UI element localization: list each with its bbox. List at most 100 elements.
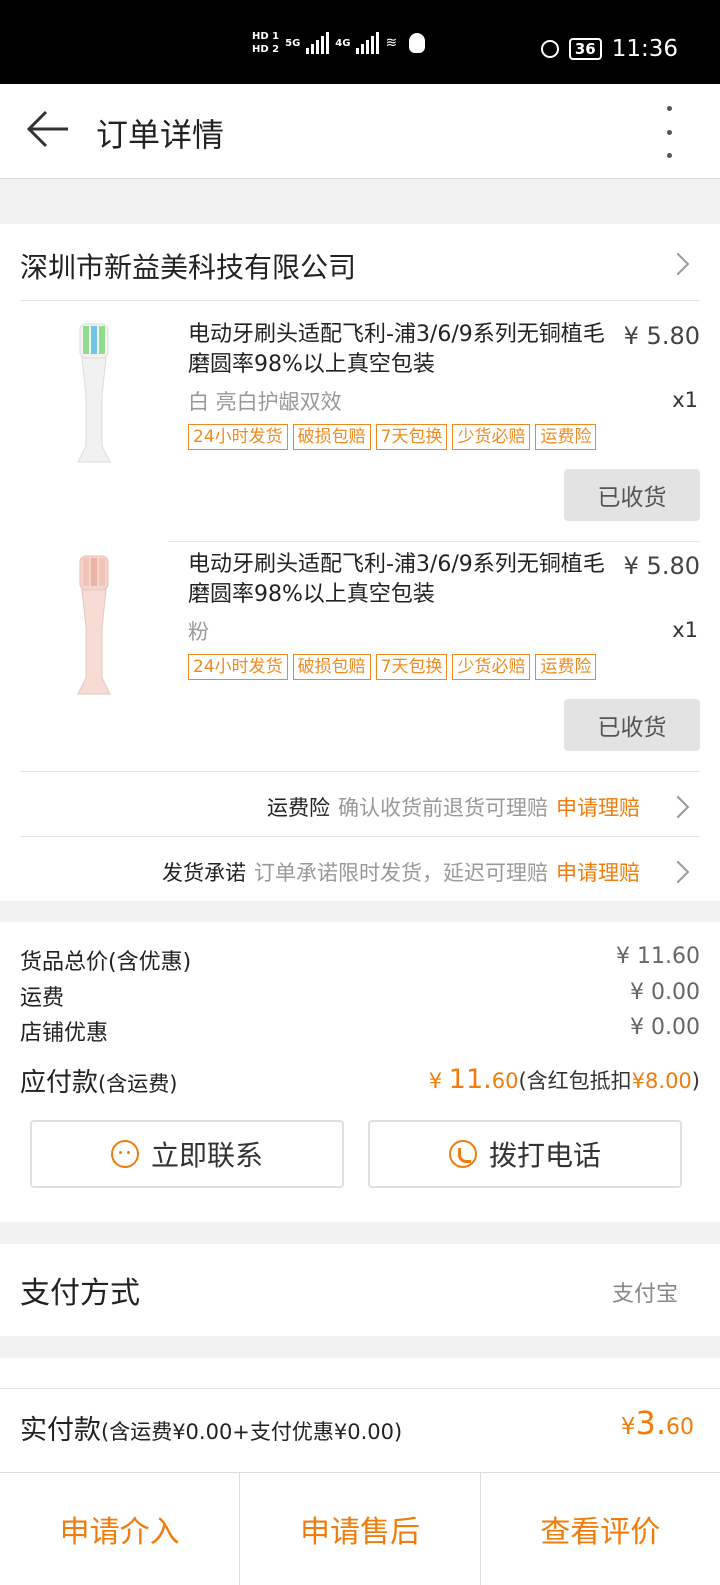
divider <box>20 300 700 301</box>
actual-paid-note: (含运费¥0.00+支付优惠¥0.00) <box>101 1420 403 1444</box>
actual-paid-label: 实付款(含运费¥0.00+支付优惠¥0.00) <box>20 1408 402 1447</box>
apply-after-sale-button[interactable]: 申请售后 <box>240 1473 481 1585</box>
actual-paid-card: 实付款(含运费¥0.00+支付优惠¥0.00) ¥3.60 <box>0 1358 720 1472</box>
tag: 运费险 <box>535 654 597 680</box>
product-price: ¥ 5.80 <box>623 322 700 350</box>
actual-int: 3. <box>635 1404 666 1442</box>
price-row: 货品总价(含优惠) ¥ 11.60 <box>20 944 700 976</box>
price-label: 运费 <box>20 986 65 1011</box>
payable-note-post: ) <box>691 1069 700 1093</box>
order-card: 深圳市新益美科技有限公司 电动牙刷头适配飞利-浦3/6/9系列无铜植毛磨圆率98… <box>0 224 720 901</box>
actual-paid-title: 实付款 <box>20 1415 101 1446</box>
claim-link[interactable]: 申请理赔 <box>556 792 640 822</box>
service-tags: 24小时发货 破损包赔 7天包换 少货必赔 运费险 <box>188 424 597 450</box>
hd-indicator: HD 1 HD 2 <box>252 30 279 56</box>
clock-time: 11:36 <box>611 36 678 62</box>
product-name: 电动牙刷头适配飞利-浦3/6/9系列无铜植毛磨圆率98%以上真空包装 <box>188 322 605 377</box>
call-label: 拨打电话 <box>488 1139 601 1172</box>
apply-intervention-button[interactable]: 申请介入 <box>0 1473 241 1585</box>
product-image <box>77 555 111 695</box>
divider <box>168 541 700 542</box>
service-tags: 24小时发货 破损包赔 7天包换 少货必赔 运费险 <box>188 654 597 680</box>
payable-label: 应付款(含运费) <box>20 1062 177 1099</box>
payable-dec: 60 <box>491 1069 519 1093</box>
received-button[interactable]: 已收货 <box>564 699 700 751</box>
more-menu-icon[interactable] <box>662 106 676 158</box>
tag: 运费险 <box>535 424 597 450</box>
delivery-promise-row[interactable]: 发货承诺 订单承诺限时发货，延迟可理赔 申请理赔 <box>162 857 640 887</box>
claim-link[interactable]: 申请理赔 <box>556 857 640 887</box>
payable-note-amt: ¥8.00 <box>631 1069 692 1093</box>
price-row: 店铺优惠 ¥ 0.00 <box>20 1015 700 1047</box>
actual-dec: 60 <box>666 1415 694 1440</box>
tag: 少货必赔 <box>452 424 531 450</box>
divider <box>20 771 700 772</box>
chevron-right-icon[interactable] <box>666 860 690 884</box>
signal-bars-icon-2 <box>356 32 380 54</box>
qq-icon <box>409 33 426 53</box>
payable-int: 11. <box>448 1064 492 1095</box>
page-title: 订单详情 <box>96 116 225 154</box>
divider <box>0 1388 720 1389</box>
payable-amount: ¥ 11.60(含红包抵扣¥8.00) <box>429 1064 700 1095</box>
contact-now-button[interactable]: 立即联系 <box>30 1120 344 1188</box>
signal-bars-icon <box>306 32 330 54</box>
contact-now-label: 立即联系 <box>150 1139 263 1172</box>
hd1-label: HD 1 <box>252 31 280 42</box>
view-review-button[interactable]: 查看评价 <box>481 1473 720 1585</box>
service-key: 运费险 <box>267 796 330 820</box>
tag: 7天包换 <box>375 654 448 680</box>
product-price: ¥ 5.80 <box>623 552 700 580</box>
product-image <box>77 323 111 463</box>
alarm-icon <box>540 40 559 58</box>
actual-symbol: ¥ <box>620 1414 636 1440</box>
shop-name[interactable]: 深圳市新益美科技有限公司 <box>20 246 356 286</box>
product-sku: 白 亮白护龈双效 <box>188 390 342 414</box>
chevron-right-icon[interactable] <box>666 252 690 276</box>
product-qty: x1 <box>672 388 698 412</box>
chat-icon <box>110 1140 139 1168</box>
payable-title: 应付款 <box>20 1068 99 1098</box>
chevron-right-icon[interactable] <box>666 795 690 819</box>
pricing-card: 货品总价(含优惠) ¥ 11.60 运费 ¥ 0.00 店铺优惠 ¥ 0.00 … <box>0 922 720 1222</box>
payment-method-card[interactable]: 支付方式 支付宝 <box>0 1244 720 1336</box>
tag: 24小时发货 <box>188 424 288 450</box>
signal-area: HD 1 HD 2 5G 4G ≋ <box>252 30 426 56</box>
net1-label: 5G <box>285 37 301 49</box>
price-label: 货品总价(含优惠) <box>20 950 192 975</box>
payment-value: 支付宝 <box>611 1282 678 1307</box>
status-bar: HD 1 HD 2 5G 4G ≋ 36 11:36 <box>0 0 720 84</box>
net2-label: 4G <box>335 37 351 49</box>
product-sku: 粉 <box>188 620 209 644</box>
freight-insurance-row[interactable]: 运费险 确认收货前退货可理赔 申请理赔 <box>267 792 640 822</box>
hd2-label: HD 2 <box>252 44 280 55</box>
received-button[interactable]: 已收货 <box>564 469 700 521</box>
payable-note-pre: (含红包抵扣 <box>518 1069 632 1093</box>
tag: 24小时发货 <box>188 654 288 680</box>
product-name: 电动牙刷头适配飞利-浦3/6/9系列无铜植毛磨圆率98%以上真空包装 <box>188 552 605 607</box>
back-arrow-icon[interactable] <box>24 104 74 154</box>
bottom-action-bar: 申请介入 申请售后 查看评价 <box>0 1472 720 1585</box>
price-label: 店铺优惠 <box>20 1021 109 1046</box>
price-value: ¥ 0.00 <box>630 1015 700 1040</box>
service-key: 发货承诺 <box>162 861 246 885</box>
price-value: ¥ 11.60 <box>616 944 700 969</box>
price-row: 运费 ¥ 0.00 <box>20 980 700 1012</box>
payable-note: (含运费) <box>98 1072 178 1096</box>
status-right: 36 11:36 <box>540 36 678 62</box>
price-value: ¥ 0.00 <box>630 980 700 1005</box>
top-bar: 订单详情 <box>0 84 720 179</box>
service-desc: 确认收货前退货可理赔 <box>338 796 548 820</box>
battery-icon: 36 <box>568 38 602 60</box>
service-desc: 订单承诺限时发货，延迟可理赔 <box>254 861 548 885</box>
tag: 破损包赔 <box>292 424 371 450</box>
phone-icon <box>448 1140 477 1168</box>
actual-paid-amount: ¥3.60 <box>621 1404 694 1442</box>
call-button[interactable]: 拨打电话 <box>368 1120 682 1188</box>
carrier-icon: ≋ <box>385 35 398 51</box>
tag: 破损包赔 <box>292 654 371 680</box>
payable-symbol: ¥ <box>428 1069 449 1093</box>
tag: 少货必赔 <box>452 654 531 680</box>
tag: 7天包换 <box>375 424 448 450</box>
payment-label: 支付方式 <box>20 1276 140 1311</box>
